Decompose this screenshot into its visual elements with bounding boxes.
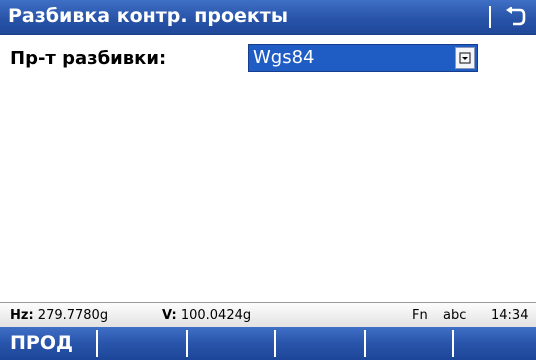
- hz-value: 279.7780g: [37, 308, 109, 323]
- softkey-1-label: ПРОД: [10, 332, 73, 354]
- input-mode-indicator: abc: [443, 308, 467, 323]
- softkey-3[interactable]: [188, 330, 276, 357]
- status-bar: Hz: 279.7780g V: 100.0424g Fn abc 14:34: [0, 302, 536, 328]
- stakeout-project-row: Пр-т разбивки: Wgs84: [0, 38, 536, 78]
- title-bar: Разбивка контр. проекты: [0, 0, 536, 35]
- hz-readout: Hz: 279.7780g: [10, 308, 108, 323]
- stakeout-project-select[interactable]: Wgs84: [248, 44, 478, 72]
- v-value: 100.0424g: [180, 308, 252, 323]
- title-separator: [489, 6, 491, 28]
- back-arrow-icon: [506, 7, 526, 26]
- v-readout: V: 100.0424g: [162, 308, 251, 323]
- back-button[interactable]: [500, 4, 530, 30]
- fn-indicator: Fn: [412, 308, 428, 323]
- stakeout-project-label: Пр-т разбивки:: [10, 48, 167, 69]
- stakeout-project-value: Wgs84: [253, 47, 315, 68]
- window-title: Разбивка контр. проекты: [8, 5, 288, 27]
- softkey-2[interactable]: [98, 330, 188, 357]
- softkey-6[interactable]: [454, 330, 536, 357]
- v-label: V:: [162, 308, 177, 323]
- softkey-1-cont[interactable]: ПРОД: [0, 330, 98, 357]
- dropdown-icon[interactable]: [455, 47, 475, 69]
- clock: 14:34: [491, 308, 529, 323]
- softkey-4[interactable]: [276, 330, 366, 357]
- hz-label: Hz:: [10, 308, 34, 323]
- softkey-5[interactable]: [366, 330, 454, 357]
- softkey-bar: ПРОД: [0, 327, 536, 360]
